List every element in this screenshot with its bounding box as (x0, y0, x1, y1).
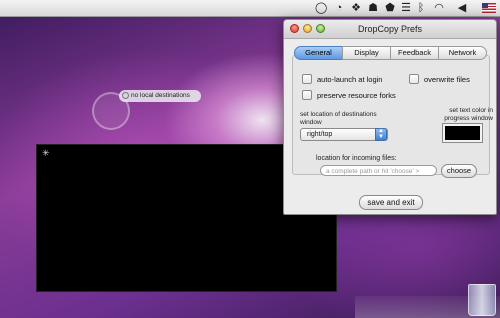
incoming-path-input[interactable]: a complete path or hit 'choose' > (320, 165, 437, 176)
clock-icon[interactable]: ◔ (333, 2, 345, 14)
location-label: set location of destinations window (300, 111, 377, 126)
us-flag-icon[interactable] (482, 3, 496, 13)
tab-bar: General Display Feedback Network (294, 46, 487, 60)
volume-icon[interactable]: ◀ (456, 2, 468, 14)
asterisk-icon: ✳ (42, 148, 50, 158)
save-and-exit-button[interactable]: save and exit (359, 195, 423, 210)
info-icon (122, 92, 129, 99)
spotlight-circle-icon[interactable]: ◯ (315, 2, 327, 14)
menu-icon[interactable]: ☰ (400, 2, 412, 14)
dropbox-icon[interactable]: ❖ (350, 2, 362, 14)
preserve-forks-label: preserve resource forks (317, 90, 396, 100)
tab-network[interactable]: Network (438, 46, 487, 60)
preserve-forks-checkbox[interactable]: preserve resource forks (302, 90, 396, 100)
destinations-label: no local destinations (119, 90, 201, 102)
text-color-label: set text color in progress window (444, 107, 493, 122)
overwrite-checkbox[interactable]: overwrite files (409, 74, 470, 84)
tab-feedback[interactable]: Feedback (390, 46, 439, 60)
incoming-files-label: location for incoming files: (316, 155, 397, 162)
prefs-window: DropCopy Prefs General Display Feedback … (283, 19, 497, 215)
destinations-text: no local destinations (131, 92, 190, 99)
location-value: right/top (307, 131, 333, 138)
overwrite-label: overwrite files (424, 74, 470, 84)
wifi-icon[interactable]: ◠ (432, 2, 446, 14)
location-select[interactable]: right/top ▲ ▼ (300, 128, 388, 141)
tab-display[interactable]: Display (342, 46, 391, 60)
auto-launch-checkbox[interactable]: auto-launch at login (302, 74, 382, 84)
text-color-well[interactable] (442, 123, 483, 143)
checkbox-box[interactable] (302, 74, 312, 84)
checkbox-box[interactable] (409, 74, 419, 84)
window-title: DropCopy Prefs (357, 24, 423, 34)
trash-icon[interactable] (468, 284, 496, 316)
stepper-arrows-icon: ▲ ▼ (375, 128, 387, 141)
bluetooth-icon[interactable]: ᛒ (416, 2, 426, 14)
choose-button[interactable]: choose (441, 164, 477, 178)
tab-general[interactable]: General (294, 46, 343, 60)
user-icon[interactable]: ☗ (367, 2, 379, 14)
title-bar[interactable]: DropCopy Prefs (284, 20, 496, 39)
growl-icon[interactable]: ⬟ (384, 2, 396, 14)
checkbox-box[interactable] (302, 90, 312, 100)
menu-bar: ◯ ◔ ❖ ☗ ⬟ ☰ ᛒ ◠ ◀ (0, 0, 500, 17)
auto-launch-label: auto-launch at login (317, 74, 383, 84)
